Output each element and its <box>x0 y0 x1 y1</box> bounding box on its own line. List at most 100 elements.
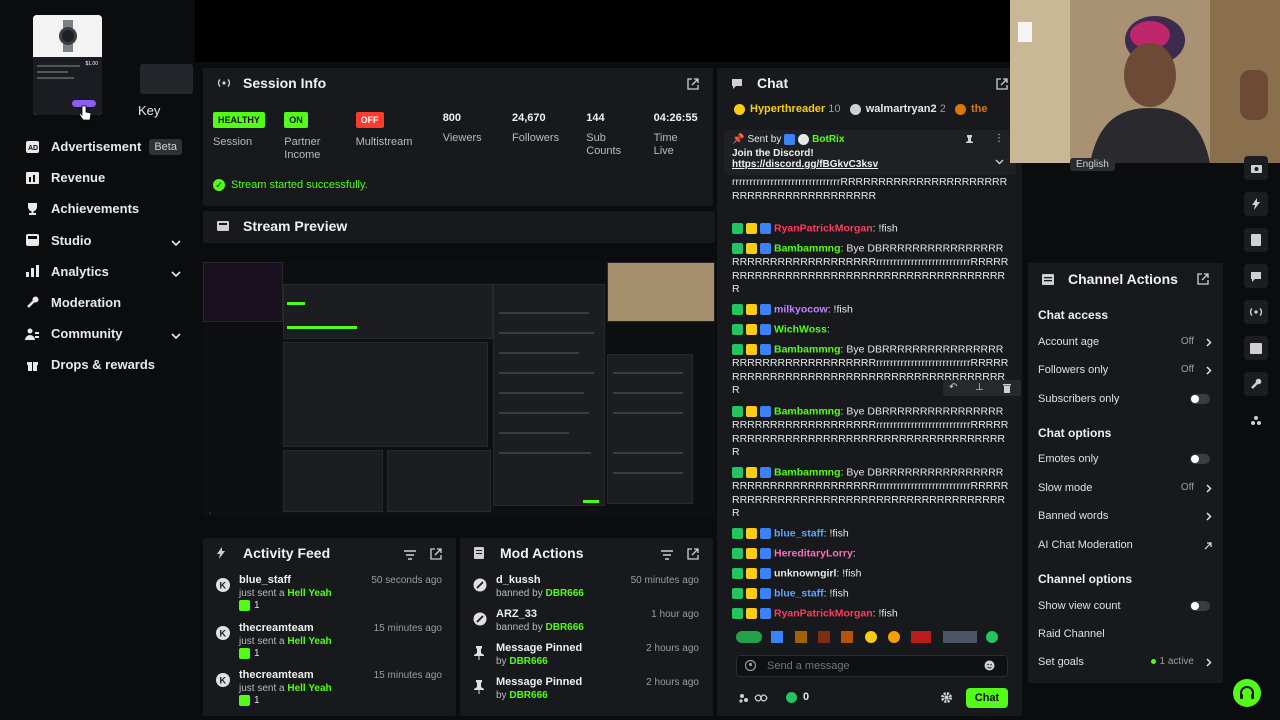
sidebar-item-achievements[interactable]: Achievements <box>0 193 195 224</box>
chat-username[interactable]: Bambammng <box>774 243 841 255</box>
emotes-only-setting: Emotes only <box>1038 453 1216 467</box>
rail-camera-icon[interactable] <box>1244 156 1268 180</box>
chevron-down-icon[interactable] <box>171 265 181 280</box>
sidebar-item-moderation[interactable]: Moderation <box>0 287 195 318</box>
watch-ad-overlay[interactable]: $1.00 <box>33 15 102 115</box>
points-count: 0 <box>803 691 810 703</box>
ai-chat-moderation-setting[interactable]: AI Chat Moderation <box>1038 539 1216 553</box>
chevron-down-icon[interactable] <box>171 234 181 249</box>
activity-feed-title: Activity Feed <box>243 545 331 561</box>
chat-text: !fish <box>842 567 862 580</box>
emote-icon[interactable] <box>736 631 762 643</box>
subscribers-only-toggle[interactable] <box>1190 394 1210 404</box>
discord-link[interactable]: https://discord.gg/fBGkvC3ksv <box>732 159 1008 170</box>
reply-icon[interactable]: ↶ <box>949 382 957 393</box>
kick-coin-icon: K <box>216 673 230 687</box>
filter-icon[interactable] <box>404 547 416 560</box>
banned-words-setting[interactable]: Banned words <box>1038 510 1216 524</box>
rail-lightning-icon[interactable] <box>1244 192 1268 216</box>
sidebar-item-analytics[interactable]: Analytics <box>0 256 195 287</box>
right-toolbar <box>1238 150 1276 710</box>
sidebar-item-drops-rewards[interactable]: Drops & rewards <box>0 349 195 380</box>
chat-username[interactable]: RyanPatrickMorgan <box>774 223 873 235</box>
rail-broadcast-icon[interactable] <box>1244 300 1268 324</box>
activity-feed-panel: Activity Feed K blue_staff just sent a H… <box>203 538 456 716</box>
account-age-setting[interactable]: Account age Off <box>1038 336 1216 350</box>
popout-icon[interactable] <box>1197 272 1209 285</box>
emote-icon[interactable] <box>771 631 784 643</box>
pinned-message[interactable]: 📌 Sent by BotRix Join the Discord! https… <box>724 130 1016 175</box>
sidebar-selected-item[interactable] <box>140 64 193 94</box>
chat-message: Bambammng: Bye DBRRRRRRRRRRRRRRRRRRRRRRR… <box>732 466 1009 520</box>
chat-username[interactable]: blue_staff <box>774 588 824 600</box>
chat-message-input[interactable] <box>767 660 967 672</box>
chat-username[interactable]: milkyocow <box>774 304 828 316</box>
rail-chat-icon[interactable] <box>1244 264 1268 288</box>
followers-only-setting[interactable]: Followers only Off <box>1038 364 1216 378</box>
popout-icon[interactable] <box>687 77 699 90</box>
chevron-down-icon[interactable] <box>171 327 181 342</box>
chat-message: RyanPatrickMorgan: !fish <box>732 222 1010 236</box>
chat-tools-icon[interactable] <box>738 692 768 707</box>
chat-message: HereditaryLorry: <box>732 547 1010 561</box>
popout-icon[interactable] <box>687 547 699 560</box>
unpin-icon[interactable] <box>965 134 974 148</box>
rail-wrench-icon[interactable] <box>1244 372 1268 396</box>
set-goals-setting[interactable]: Set goals 1 active <box>1038 656 1216 670</box>
rail-more-icon[interactable] <box>1250 415 1262 430</box>
chat-username[interactable]: unknowngirl <box>774 568 836 580</box>
chevron-down-icon[interactable] <box>995 154 1004 168</box>
sidebar-item-revenue[interactable]: Revenue <box>0 162 195 193</box>
slow-mode-setting[interactable]: Slow mode Off <box>1038 482 1216 496</box>
page-title: Session Info <box>243 75 327 91</box>
chat-send-button[interactable]: Chat <box>966 688 1008 708</box>
chat-username[interactable]: Bambammng <box>774 467 841 479</box>
emote-icon[interactable] <box>942 631 977 643</box>
sidebar-item-label: Studio <box>51 232 92 248</box>
stream-started-notice: ✓ Stream started successfully. <box>213 179 368 191</box>
stat-followers: 24,670 Followers <box>512 112 560 144</box>
show-view-count-toggle[interactable] <box>1190 601 1210 611</box>
emote-icon[interactable] <box>818 631 831 643</box>
raid-channel-button[interactable]: Raid Channel <box>1038 628 1216 642</box>
svg-text:K: K <box>220 676 227 686</box>
stat-viewers: 800 Viewers <box>442 112 482 144</box>
points-icon <box>786 692 797 703</box>
chat-username[interactable]: Bambammng <box>774 344 841 356</box>
trash-icon[interactable] <box>1003 382 1011 396</box>
chat-input-box[interactable] <box>736 655 1008 677</box>
emoji-icon[interactable] <box>984 660 995 674</box>
rail-actions-icon[interactable] <box>1244 336 1268 360</box>
emote-icon[interactable] <box>841 631 854 643</box>
sidebar-item-community[interactable]: Community <box>0 318 195 349</box>
sidebar-item-studio[interactable]: Studio <box>0 225 195 256</box>
chat-username[interactable]: blue_staff <box>774 528 824 540</box>
emote-icon[interactable] <box>986 631 999 643</box>
emote-icon[interactable] <box>911 631 932 643</box>
emote-icon[interactable] <box>794 631 807 643</box>
gear-icon[interactable] <box>940 691 953 707</box>
sidebar-item-key[interactable]: Key <box>138 103 160 118</box>
user-badges <box>732 405 774 419</box>
stream-preview-video[interactable] <box>203 262 715 516</box>
list-item: K thecreamteam just sent a Hell Yeah 1 1… <box>203 616 456 664</box>
popout-icon[interactable] <box>996 77 1008 90</box>
emote-icon[interactable] <box>864 631 877 643</box>
chat-username[interactable]: RyanPatrickMorgan <box>774 608 873 620</box>
chat-message: rrrrrrrrrrrrrrrrrrrrrrrrrrrrrrrRRRRRRRRR… <box>732 176 1010 203</box>
chat-username[interactable]: Bambammng <box>774 406 841 418</box>
more-icon[interactable]: ⋮ <box>994 133 1004 144</box>
support-headset-icon[interactable] <box>1233 679 1261 707</box>
emotes-only-toggle[interactable] <box>1190 454 1210 464</box>
section-chat-options: Chat options <box>1038 426 1112 440</box>
chat-message: WichWoss: <box>732 323 1010 337</box>
chat-username[interactable]: HereditaryLorry <box>774 548 853 560</box>
pin-icon[interactable]: ⊥ <box>975 382 984 393</box>
rail-document-icon[interactable] <box>1244 228 1268 252</box>
popout-icon[interactable] <box>430 547 442 560</box>
emote-icon[interactable] <box>888 631 901 643</box>
chat-message: milkyocow: !fish <box>732 303 1010 317</box>
chat-username[interactable]: WichWoss <box>774 324 827 336</box>
filter-icon[interactable] <box>661 547 673 560</box>
sidebar-item-advertisement[interactable]: AD Advertisement Beta <box>0 131 195 162</box>
